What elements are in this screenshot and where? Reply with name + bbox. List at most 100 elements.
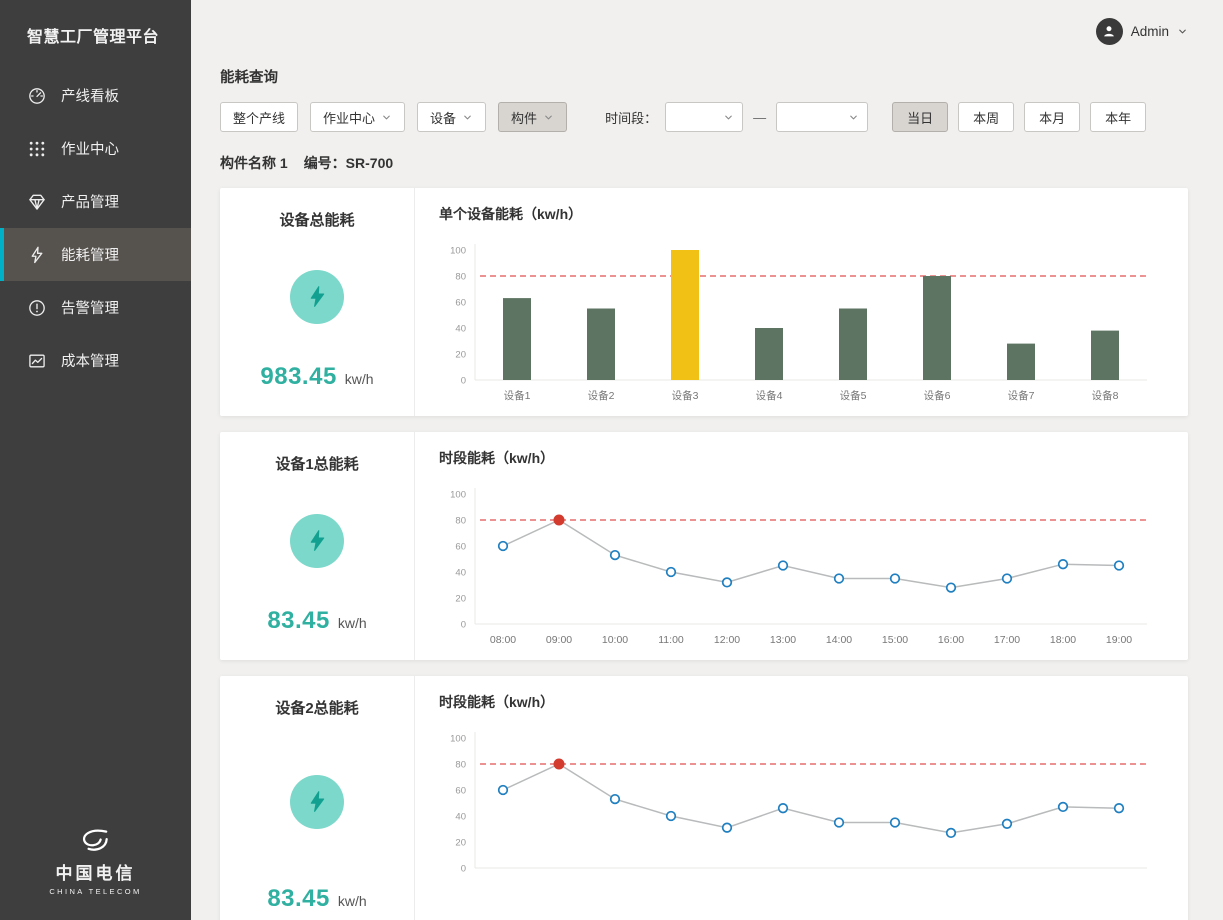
lightning-icon: [27, 245, 47, 265]
scope-filter-group: 整个产线 作业中心 设备 构件: [220, 102, 579, 132]
cost-icon: [27, 351, 47, 371]
chevron-down-icon: [381, 112, 392, 123]
sidebar-item-work-center[interactable]: 作业中心: [0, 122, 191, 175]
energy-value: 983.45: [260, 363, 336, 391]
filter-component-button[interactable]: 构件: [498, 102, 567, 132]
topbar: Admin: [220, 0, 1188, 62]
sidebar-nav: 产线看板作业中心产品管理能耗管理告警管理成本管理: [0, 69, 191, 387]
sidebar-item-label: 作业中心: [61, 138, 119, 159]
x-tick-label: 16:00: [938, 634, 964, 646]
point-2: [611, 551, 620, 560]
time-range-label: 时间段：: [605, 108, 657, 127]
sidebar-item-label: 成本管理: [61, 350, 119, 371]
time-end-select[interactable]: [776, 102, 868, 132]
summary-title: 设备1总能耗: [275, 453, 358, 474]
x-tick-label: 13:00: [770, 634, 796, 646]
y-tick-label: 40: [455, 812, 466, 823]
device-energy-bar-chart: 020406080100设备1设备2设备3设备4设备5设备6设备7设备8: [439, 236, 1155, 406]
component-code: 编号：SR-700: [304, 153, 393, 173]
button-label: 作业中心: [323, 108, 375, 127]
device2-energy-summary: 设备2总能耗 83.45 kw/h: [220, 676, 415, 920]
bar-1: [587, 309, 615, 381]
summary-title: 设备2总能耗: [275, 697, 358, 718]
y-tick-label: 20: [455, 350, 466, 361]
y-tick-label: 100: [450, 734, 466, 745]
user-icon: [1101, 23, 1117, 39]
point-4: [723, 578, 732, 587]
chevron-down-icon: [848, 112, 859, 123]
card-device2-energy: 设备2总能耗 83.45 kw/h 时段能耗（kw/h） 02040608010…: [220, 676, 1188, 920]
point-0: [499, 786, 508, 795]
x-tick-label: 14:00: [826, 634, 852, 646]
sidebar-item-product-management[interactable]: 产品管理: [0, 175, 191, 228]
point-highlight-1: [554, 759, 565, 770]
button-label: 当日: [907, 108, 933, 127]
component-name: 构件名称 1: [220, 153, 288, 173]
point-8: [947, 583, 956, 592]
button-label: 本月: [1039, 108, 1065, 127]
grid-dots-icon: [27, 139, 47, 159]
line-series: [503, 520, 1119, 588]
period-today-button[interactable]: 当日: [892, 102, 948, 132]
filter-device-button[interactable]: 设备: [417, 102, 486, 132]
point-9: [1003, 574, 1012, 583]
energy-unit: kw/h: [338, 615, 367, 631]
time-start-select[interactable]: [665, 102, 743, 132]
chart-panel: 时段能耗（kw/h） 020406080100: [415, 676, 1188, 920]
point-4: [723, 823, 732, 832]
point-10: [1059, 560, 1068, 569]
bar-0: [503, 298, 531, 380]
x-tick-label: 09:00: [546, 634, 572, 646]
range-separator: —: [753, 110, 766, 125]
sidebar-item-label: 产线看板: [61, 85, 119, 106]
point-5: [779, 804, 788, 813]
lightning-icon: [305, 528, 330, 553]
filter-work-center-button[interactable]: 作业中心: [310, 102, 405, 132]
y-tick-label: 60: [455, 542, 466, 553]
button-label: 设备: [430, 108, 456, 127]
y-tick-label: 0: [461, 864, 466, 875]
app-root: 智慧工厂管理平台 产线看板作业中心产品管理能耗管理告警管理成本管理 中国电信 C…: [0, 0, 1223, 920]
line-series: [503, 764, 1119, 833]
summary-value: 83.45 kw/h: [267, 885, 366, 913]
period-this-week-button[interactable]: 本周: [958, 102, 1014, 132]
bar-2: [671, 250, 699, 380]
y-tick-label: 40: [455, 568, 466, 579]
point-3: [667, 812, 676, 821]
x-tick-label: 12:00: [714, 634, 740, 646]
point-7: [891, 574, 900, 583]
point-6: [835, 818, 844, 827]
sidebar-item-cost-management[interactable]: 成本管理: [0, 334, 191, 387]
chevron-down-icon: [1177, 26, 1188, 37]
gauge-icon: [27, 86, 47, 106]
filter-row: 整个产线 作业中心 设备 构件 时间段： — 当日 本周 本月 本年: [220, 102, 1188, 132]
sidebar-item-production-dashboard[interactable]: 产线看板: [0, 69, 191, 122]
component-header: 构件名称 1 编号：SR-700: [220, 153, 1188, 173]
y-tick-label: 0: [461, 620, 466, 631]
x-tick-label: 设备2: [588, 389, 615, 402]
lightning-badge: [290, 514, 344, 568]
section-title: 能耗查询: [220, 66, 1188, 87]
summary-value: 983.45 kw/h: [260, 363, 373, 391]
period-this-year-button[interactable]: 本年: [1090, 102, 1146, 132]
sidebar-item-energy-management[interactable]: 能耗管理: [0, 228, 191, 281]
bar-5: [923, 276, 951, 380]
sidebar-item-alarm-management[interactable]: 告警管理: [0, 281, 191, 334]
bar-7: [1091, 331, 1119, 380]
y-tick-label: 20: [455, 838, 466, 849]
filter-whole-line-button[interactable]: 整个产线: [220, 102, 298, 132]
bar-4: [839, 309, 867, 381]
button-label: 本年: [1105, 108, 1131, 127]
device1-period-line-chart: 02040608010008:0009:0010:0011:0012:0013:…: [439, 480, 1155, 650]
bar-3: [755, 328, 783, 380]
user-menu[interactable]: Admin: [1096, 18, 1188, 45]
period-this-month-button[interactable]: 本月: [1024, 102, 1080, 132]
x-tick-label: 08:00: [490, 634, 516, 646]
sidebar-item-label: 告警管理: [61, 297, 119, 318]
sidebar: 智慧工厂管理平台 产线看板作业中心产品管理能耗管理告警管理成本管理 中国电信 C…: [0, 0, 191, 920]
summary-title: 设备总能耗: [279, 209, 354, 230]
bar-6: [1007, 344, 1035, 380]
y-tick-label: 0: [461, 376, 466, 387]
x-tick-label: 设备4: [756, 389, 783, 402]
x-tick-label: 18:00: [1050, 634, 1076, 646]
